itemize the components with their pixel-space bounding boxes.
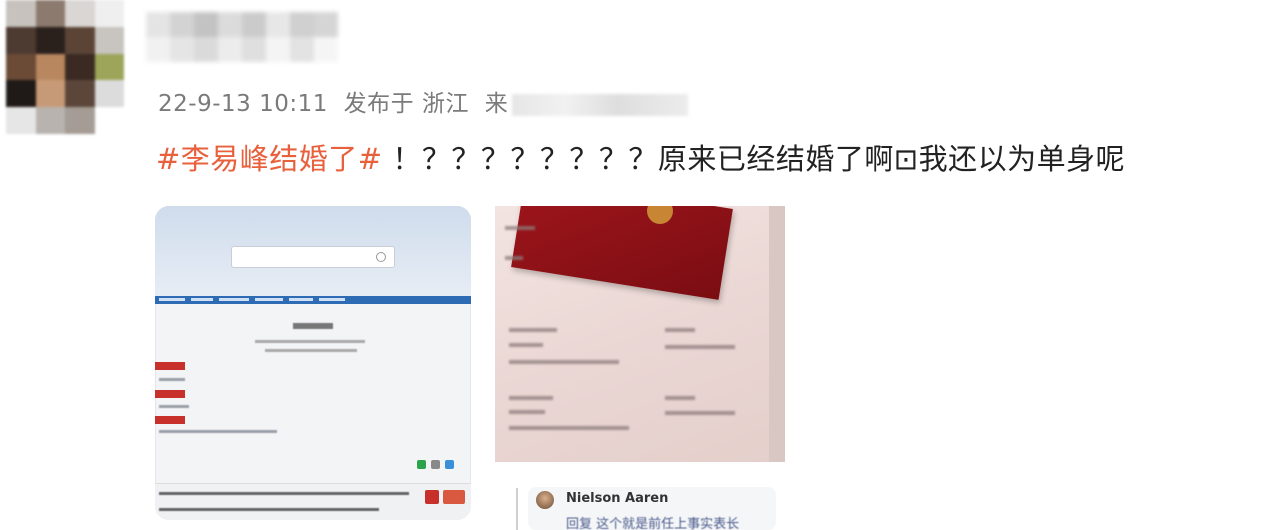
post-image-certificate[interactable] — [495, 206, 785, 462]
hashtag-link[interactable]: #李易峰结婚了# — [156, 142, 383, 176]
webpage-title — [293, 323, 333, 329]
webpage-nav-bar — [155, 296, 471, 304]
commenter-avatar[interactable] — [536, 491, 554, 509]
webpage-footer — [155, 483, 471, 520]
post-location: 发布于 浙江 — [343, 91, 469, 117]
post-meta: 22-9-13 10:11 发布于 浙江 来 — [158, 84, 689, 118]
post-content: #李易峰结婚了# ！？？？？？？？？原来已经结婚了啊⊡我还以为单身呢 — [156, 136, 1125, 178]
post-image-webpage[interactable] — [155, 206, 471, 520]
post-body-text: ！？？？？？？？？原来已经结婚了啊⊡我还以为单身呢 — [382, 142, 1126, 176]
webpage-search-box — [231, 246, 395, 268]
username-blurred[interactable] — [146, 12, 338, 62]
comment-text: 回复 这个就是前任上事实表长 — [566, 517, 740, 530]
comment-thread-line — [516, 488, 518, 530]
search-icon — [376, 252, 386, 262]
user-avatar[interactable] — [6, 0, 124, 134]
comment-card[interactable]: Nielson Aaren 回复 这个就是前任上事实表长 — [528, 487, 776, 530]
post-source-blurred[interactable] — [512, 93, 689, 116]
post-time[interactable]: 22-9-13 10:11 — [158, 91, 328, 117]
commenter-name[interactable]: Nielson Aaren — [566, 491, 668, 506]
post-source-prefix: 来 — [484, 91, 509, 117]
